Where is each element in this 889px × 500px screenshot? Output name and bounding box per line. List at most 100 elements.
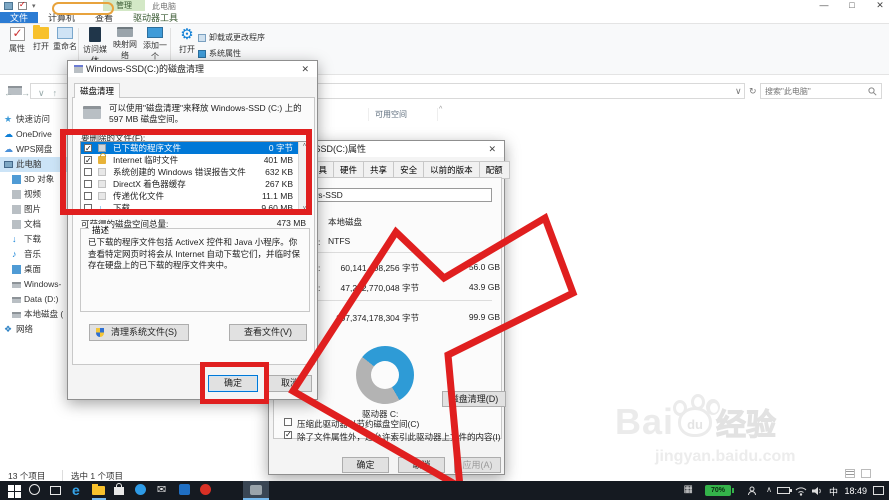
index-checkbox[interactable]: 除了文件属性外，还允许索引此驱动器上文件的内容(I) (284, 430, 501, 443)
maximize-button[interactable]: □ (845, 0, 859, 11)
active-app-cell[interactable] (243, 481, 269, 500)
list-item-downloaded-program-files[interactable]: 已下载的程序文件 0 字节 (81, 142, 309, 155)
mail-icon[interactable]: ✉ (157, 484, 171, 497)
search-box[interactable] (760, 83, 882, 99)
qat-dropdown-icon[interactable]: ▾ (32, 2, 36, 10)
clock[interactable]: 18:49 (844, 486, 867, 496)
checkbox-checked-icon[interactable] (84, 155, 92, 167)
active-app-icon (250, 485, 262, 495)
red-browser-icon[interactable] (200, 484, 211, 495)
checkbox-checked-icon[interactable] (284, 430, 292, 439)
list-item-error-reports[interactable]: 系统创建的 Windows 错误报告文件 632 KB (81, 166, 309, 178)
sidebar-item-desktop[interactable]: 桌面 (0, 262, 76, 277)
properties-cancel-button[interactable]: 取消 (398, 457, 445, 473)
people-icon[interactable] (747, 486, 757, 496)
cortana-search-icon[interactable] (29, 484, 40, 495)
compress-checkbox[interactable]: 压缩此驱动器以节约磁盘空间(C) (284, 418, 419, 430)
checkbox-icon[interactable] (84, 168, 92, 176)
file-explorer-icon[interactable] (92, 484, 105, 495)
scroll-down-icon[interactable]: ˅ (299, 206, 309, 212)
battery-percent-icon[interactable]: 70% (705, 485, 734, 496)
column-free-space[interactable]: 可用空间 ^ (368, 106, 442, 121)
contextual-tab-manage[interactable]: 管理 (103, 0, 145, 11)
tab-file[interactable]: 文件 (0, 12, 39, 23)
forward-icon[interactable]: → (21, 88, 30, 99)
sidebar-item-wps-cloud[interactable]: ☁ WPS网盘 (0, 142, 76, 157)
search-input[interactable] (765, 85, 865, 97)
folder-icon (33, 25, 49, 39)
clean-system-files-button[interactable]: 清理系统文件(S) (89, 324, 189, 341)
cleanup-ok-button[interactable]: 确定 (208, 375, 258, 392)
blue-app-icon[interactable] (179, 484, 190, 495)
properties-quick-icon[interactable] (18, 0, 27, 10)
sidebar-item-videos[interactable]: 视频 (0, 187, 76, 202)
sidebar-item-quick-access[interactable]: ★ 快速访问 (0, 112, 76, 127)
uninstall-button[interactable]: 卸载或更改程序 (198, 32, 265, 43)
refresh-icon[interactable]: ↻ (749, 86, 757, 97)
back-icon[interactable]: ← (4, 88, 13, 99)
edge-icon[interactable]: e (72, 483, 86, 497)
file-icon (98, 192, 106, 200)
view-files-button[interactable]: 查看文件(V) (229, 324, 307, 341)
sidebar-item-onedrive[interactable]: ☁ OneDrive (0, 127, 76, 142)
sidebar-item-documents[interactable]: 文档 (0, 217, 76, 232)
cleanup-tab[interactable]: 磁盘清理 (74, 83, 120, 98)
sidebar-item-music[interactable]: ♪ 音乐 (0, 247, 76, 262)
sidebar-item-network[interactable]: ❖ 网络 (0, 322, 76, 337)
sidebar-item-downloads[interactable]: ↓ 下载 (0, 232, 76, 247)
sidebar-item-local-disk[interactable]: 本地磁盘 ( (0, 307, 76, 322)
store-icon[interactable] (114, 483, 124, 495)
ime-language-indicator[interactable]: 中 (829, 485, 838, 498)
history-icon[interactable]: ∨ (38, 88, 45, 99)
sidebar-item-data-d[interactable]: Data (D:) (0, 292, 76, 307)
list-item-directx-cache[interactable]: DirectX 着色器缓存 267 KB (81, 178, 309, 190)
battery-icon[interactable] (777, 487, 792, 494)
cleanup-cancel-button[interactable]: 取消 (268, 375, 312, 392)
sidebar-item-3d-objects[interactable]: 3D 对象 (0, 172, 76, 187)
system-properties-button[interactable]: 系统属性 (198, 48, 241, 59)
files-list[interactable]: 已下载的程序文件 0 字节 Internet 临时文件 401 MB 系统创建的… (80, 141, 310, 214)
checkbox-checked-icon[interactable] (84, 143, 92, 155)
sidebar-item-windows-ssd[interactable]: Windows- (0, 277, 76, 292)
close-button[interactable]: ✕ (873, 0, 887, 11)
window-title: 此电脑 (152, 2, 176, 11)
list-item-temp-internet-files[interactable]: Internet 临时文件 401 MB (81, 153, 309, 167)
action-center-icon[interactable] (873, 486, 884, 495)
checkbox-icon[interactable] (84, 204, 92, 212)
hidden-icons-chevron[interactable]: ∧ (766, 485, 772, 494)
tab-drive-tools[interactable]: 驱动器工具 (123, 12, 188, 23)
desktop-icon (12, 265, 21, 274)
sidebar-item-pictures[interactable]: 图片 (0, 202, 76, 217)
tab-computer[interactable]: 计算机 (38, 12, 85, 23)
scrollbar[interactable]: ˄ ˅ (298, 142, 309, 213)
checkbox-icon[interactable] (84, 180, 92, 188)
list-item-downloads[interactable]: ↓ 下载 9.60 MB (81, 202, 309, 213)
disk-cleanup-button[interactable]: 磁盘清理(D) (442, 391, 506, 407)
close-icon[interactable]: ✕ (488, 141, 496, 157)
add-location-button[interactable]: 添加一个 (140, 27, 170, 62)
list-item-delivery-optimization[interactable]: 传递优化文件 11.1 MB (81, 190, 309, 202)
minimize-button[interactable]: — (817, 0, 831, 11)
close-icon[interactable]: ✕ (301, 61, 309, 77)
address-dropdown-icon[interactable]: ∨ (735, 86, 742, 97)
map-network-button[interactable]: 映射网络 (110, 27, 140, 61)
scroll-up-icon[interactable]: ˄ (299, 143, 309, 149)
sidebar-item-this-pc[interactable]: 此电脑 (0, 157, 76, 172)
tab-view[interactable]: 查看 (85, 12, 123, 23)
up-icon[interactable]: ↑ (53, 88, 58, 99)
clock-app-icon[interactable] (135, 484, 146, 495)
task-view-icon[interactable] (50, 486, 61, 495)
speaker-icon[interactable] (811, 486, 823, 496)
thumbnail-view-icon[interactable] (861, 469, 871, 478)
checkbox-icon[interactable] (84, 192, 92, 200)
ribbon-tabs: 文件 计算机 查看 驱动器工具 (0, 12, 889, 24)
wifi-icon[interactable] (795, 486, 807, 496)
quick-access-toolbar[interactable]: ▾ (4, 0, 36, 10)
file-icon (98, 180, 106, 188)
rename-button[interactable]: 重命名 (50, 27, 80, 52)
checkbox-icon[interactable] (284, 418, 292, 426)
ime-grid-icon[interactable]: ▦ (684, 484, 693, 495)
start-button[interactable] (8, 485, 14, 491)
details-view-icon[interactable] (845, 469, 855, 478)
properties-ok-button[interactable]: 确定 (342, 457, 389, 473)
